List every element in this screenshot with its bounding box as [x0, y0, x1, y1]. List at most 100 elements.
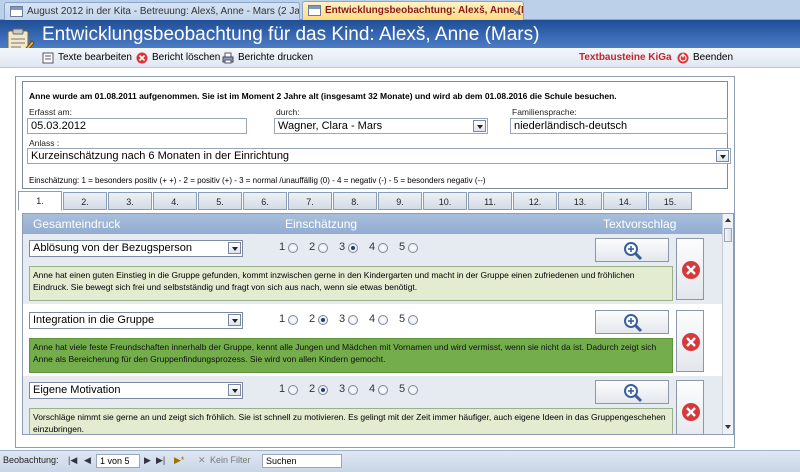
durch-value: Wagner, Clara - Mars: [278, 120, 383, 132]
magnifier-plus-icon: [624, 314, 643, 333]
toolbar: Texte bearbeiten Bericht löschen Bericht…: [0, 48, 800, 68]
durch-combo[interactable]: Wagner, Clara - Mars: [274, 118, 488, 134]
rating-2-radio[interactable]: [318, 243, 328, 253]
familiensprache-field[interactable]: niederländisch-deutsch: [510, 118, 728, 134]
print-reports-button[interactable]: Berichte drucken: [222, 51, 313, 65]
new-record-icon[interactable]: ▶*: [174, 455, 184, 466]
rating-5-label: 5: [399, 313, 406, 325]
delete-icon: [682, 261, 700, 279]
text-suggestion-button[interactable]: [595, 380, 669, 404]
tab-betreuung[interactable]: August 2012 in der Kita - Betreuung: Ale…: [4, 2, 300, 20]
tab-page-4[interactable]: 4.: [153, 192, 197, 210]
rating-3-label: 3: [339, 313, 346, 325]
rating-3-label: 3: [339, 241, 346, 253]
close-icon[interactable]: ×: [514, 5, 520, 21]
durch-label: durch:: [276, 107, 300, 117]
rating-4-radio[interactable]: [378, 243, 388, 253]
assessment-record: Ablösung von der Bezugsperson 1 2 3 4 5 …: [23, 234, 723, 304]
category-combo[interactable]: Ablösung von der Bezugsperson: [29, 240, 243, 257]
rating-1-radio[interactable]: [288, 385, 298, 395]
chevron-down-icon[interactable]: [228, 314, 241, 326]
tab-page-9[interactable]: 9.: [378, 192, 422, 210]
rating-5-radio[interactable]: [408, 315, 418, 325]
rating-3-radio[interactable]: [348, 315, 358, 325]
page-title: Entwicklungsbeobachtung für das Kind: Al…: [42, 24, 540, 45]
tab-page-14[interactable]: 14.: [603, 192, 647, 210]
rating-2-label: 2: [309, 313, 316, 325]
magnifier-plus-icon: [624, 242, 643, 261]
chevron-down-icon[interactable]: [228, 384, 241, 396]
filter-status[interactable]: Kein Filter: [210, 455, 251, 465]
category-combo[interactable]: Eigene Motivation: [29, 382, 243, 399]
printer-icon: [222, 52, 234, 64]
anlass-combo[interactable]: Kurzeinschätzung nach 6 Monaten in der E…: [27, 148, 731, 164]
first-record-icon[interactable]: |◀: [68, 455, 77, 466]
delete-icon: [136, 52, 148, 64]
rating-4-radio[interactable]: [378, 385, 388, 395]
search-input[interactable]: Suchen: [262, 454, 342, 468]
tab-page-11[interactable]: 11.: [468, 192, 512, 210]
rating-5-radio[interactable]: [408, 243, 418, 253]
rating-1-radio[interactable]: [288, 315, 298, 325]
rating-5-label: 5: [399, 383, 406, 395]
rating-4-radio[interactable]: [378, 315, 388, 325]
tab-page-12[interactable]: 12.: [513, 192, 557, 210]
rating-2-radio[interactable]: [318, 315, 328, 325]
rating-2-label: 2: [309, 383, 316, 395]
tab-page-8[interactable]: 8.: [333, 192, 377, 210]
category-value: Eigene Motivation: [33, 384, 121, 396]
rating-1-label: 1: [279, 241, 286, 253]
scroll-thumb[interactable]: [724, 228, 732, 242]
tab-entwicklungsbeobachtung[interactable]: Entwicklungsbeobachtung: Alexš, Anne (Ma…: [302, 1, 524, 21]
tab-page-10[interactable]: 10.: [423, 192, 467, 210]
tab-page-2[interactable]: 2.: [63, 192, 107, 210]
tab-page-6[interactable]: 6.: [243, 192, 287, 210]
column-einschaetzung: Einschätzung: [285, 217, 358, 231]
chevron-down-icon[interactable]: [473, 120, 486, 132]
tab-page-1[interactable]: 1.: [18, 191, 62, 211]
previous-record-icon[interactable]: ◀: [84, 455, 91, 466]
tab-page-13[interactable]: 13.: [558, 192, 602, 210]
text-suggestion-button[interactable]: [595, 310, 669, 334]
delete-report-button[interactable]: Bericht löschen: [136, 51, 220, 65]
erfasst-label: Erfasst am:: [29, 107, 72, 117]
assessment-text[interactable]: Anne hat einen guten Einstieg in die Gru…: [29, 266, 673, 301]
rating-3-radio[interactable]: [348, 243, 358, 253]
rating-1-radio[interactable]: [288, 243, 298, 253]
tab-page-7[interactable]: 7.: [288, 192, 332, 210]
text-suggestion-button[interactable]: [595, 238, 669, 262]
scroll-up-arrow-icon[interactable]: [723, 215, 733, 225]
delete-record-button[interactable]: [676, 380, 704, 434]
edit-texts-button[interactable]: Texte bearbeiten: [42, 51, 132, 65]
erfasst-field[interactable]: 05.03.2012: [27, 118, 247, 134]
rating-2-label: 2: [309, 241, 316, 253]
exit-button[interactable]: Beenden: [677, 51, 733, 65]
rating-2-radio[interactable]: [318, 385, 328, 395]
observation-form: Anne wurde am 01.08.2011 aufgenommen. Si…: [15, 76, 735, 448]
last-record-icon[interactable]: ▶|: [156, 455, 165, 466]
delete-record-button[interactable]: [676, 238, 704, 300]
rating-4-label: 4: [369, 313, 376, 325]
next-record-icon[interactable]: ▶: [144, 455, 151, 466]
textbausteine-link[interactable]: Textbausteine KiGa: [579, 52, 672, 63]
tab-page-5[interactable]: 5.: [198, 192, 242, 210]
tab-entwicklungsbeobachtung-label: Entwicklungsbeobachtung: Alexš, Anne (Ma…: [325, 5, 523, 16]
rating-legend: Einschätzung: 1 = besonders positiv (+ +…: [29, 176, 486, 185]
tab-page-15[interactable]: 15.: [648, 192, 692, 210]
anlass-label: Anlass :: [29, 138, 60, 148]
chevron-down-icon[interactable]: [228, 242, 241, 254]
rating-3-radio[interactable]: [348, 385, 358, 395]
assessment-text[interactable]: Anne hat viele feste Freundschaften inne…: [29, 338, 673, 373]
rating-3-label: 3: [339, 383, 346, 395]
tab-page-3[interactable]: 3.: [108, 192, 152, 210]
record-position-field[interactable]: 1 von 5: [96, 454, 140, 468]
scroll-down-arrow-icon[interactable]: [723, 422, 733, 432]
category-value: Ablösung von der Bezugsperson: [33, 242, 192, 254]
vertical-scrollbar[interactable]: [722, 214, 733, 434]
category-combo[interactable]: Integration in die Gruppe: [29, 312, 243, 329]
delete-icon: [682, 403, 700, 421]
delete-record-button[interactable]: [676, 310, 704, 372]
rating-5-radio[interactable]: [408, 385, 418, 395]
chevron-down-icon[interactable]: [716, 150, 729, 162]
assessment-text[interactable]: Vorschläge nimmt sie gerne an und zeigt …: [29, 408, 673, 434]
